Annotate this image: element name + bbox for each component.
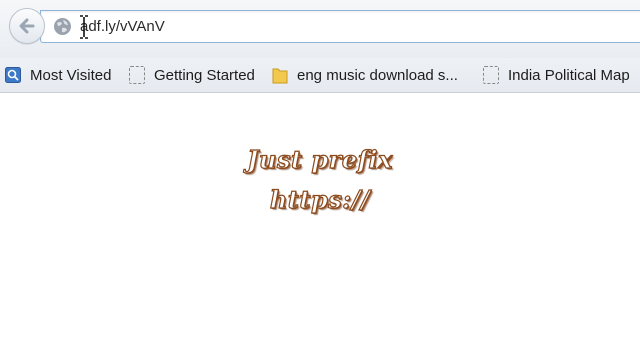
most-visited-icon — [5, 66, 21, 84]
url-text[interactable]: adf.ly/vVAnV — [80, 18, 165, 35]
caption-line-1: Just prefix — [247, 144, 393, 174]
bookmark-getting-started[interactable]: Getting Started — [129, 64, 255, 86]
caption-line-2: https:// — [269, 184, 371, 214]
globe-icon — [53, 17, 72, 36]
back-button[interactable] — [9, 8, 45, 44]
text-cursor-icon — [79, 15, 89, 39]
bookmark-label: India Political Map — [508, 66, 630, 84]
bookmarks-toolbar: Most Visited Getting Started eng music d… — [0, 58, 640, 93]
bookmark-india-political-map[interactable]: India Political Map — [483, 64, 630, 86]
blank-page-icon — [483, 66, 499, 84]
address-bar[interactable]: adf.ly/vVAnV — [40, 10, 640, 43]
bookmark-label: Most Visited — [30, 66, 112, 84]
bookmark-label: eng music download s... — [297, 66, 458, 84]
back-arrow-icon — [19, 18, 35, 34]
bookmark-most-visited[interactable]: Most Visited — [5, 64, 111, 86]
bookmark-label: Getting Started — [154, 66, 255, 84]
bookmark-eng-music-download[interactable]: eng music download s... — [272, 64, 458, 86]
page-content: Just prefix https:// — [0, 93, 640, 360]
navigation-toolbar: adf.ly/vVAnV — [0, 0, 640, 58]
blank-page-icon — [129, 66, 145, 84]
folder-icon — [272, 66, 288, 84]
